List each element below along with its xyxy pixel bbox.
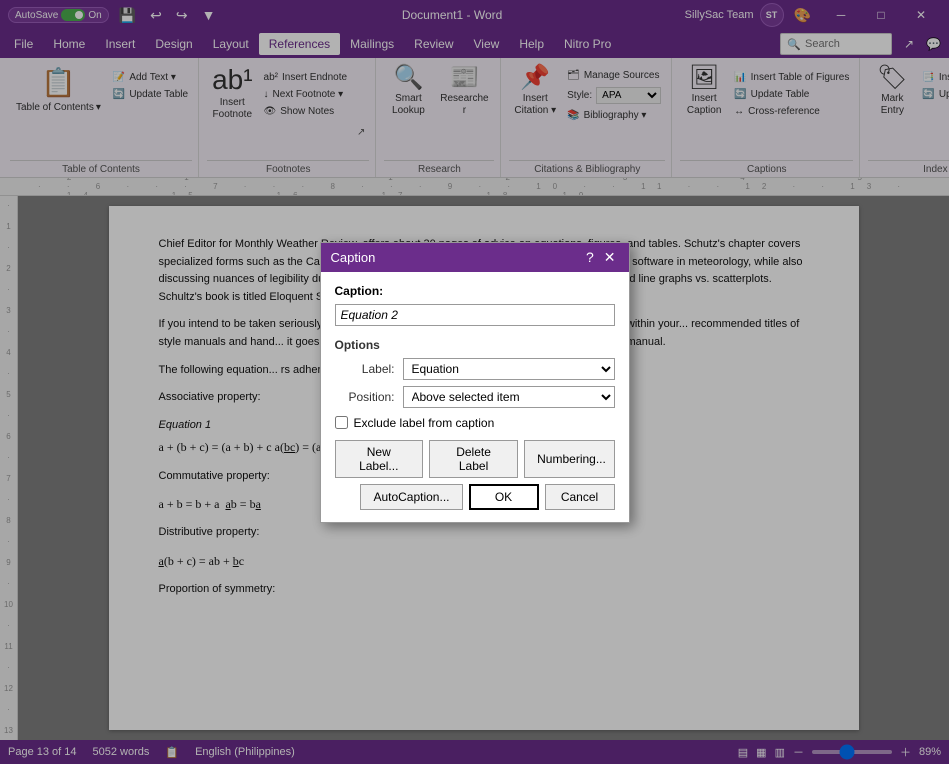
caption-field-label: Caption: bbox=[335, 284, 615, 298]
exclude-label-row: Exclude label from caption bbox=[335, 416, 615, 430]
dialog-button-row-1: New Label... Delete Label Numbering... bbox=[335, 440, 615, 478]
position-row: Position: Above selected item Below sele… bbox=[335, 386, 615, 408]
exclude-label-checkbox[interactable] bbox=[335, 416, 348, 429]
label-field-label: Label: bbox=[335, 362, 395, 376]
delete-label-button[interactable]: Delete Label bbox=[429, 440, 518, 478]
numbering-button[interactable]: Numbering... bbox=[524, 440, 614, 478]
label-dropdown[interactable]: Equation Figure Table bbox=[403, 358, 615, 380]
dialog-help-button[interactable]: ? bbox=[583, 249, 597, 266]
dialog-header: Caption ? ✕ bbox=[321, 243, 629, 272]
dialog-header-icons: ? ✕ bbox=[583, 249, 619, 266]
modal-overlay: Caption ? ✕ Caption: Options Label: Equa… bbox=[0, 0, 949, 764]
options-section: Options Label: Equation Figure Table Pos… bbox=[335, 338, 615, 408]
dialog-close-button[interactable]: ✕ bbox=[601, 249, 619, 266]
caption-dialog: Caption ? ✕ Caption: Options Label: Equa… bbox=[320, 242, 630, 523]
caption-input[interactable] bbox=[335, 304, 615, 326]
position-field-label: Position: bbox=[335, 390, 395, 404]
ok-button[interactable]: OK bbox=[469, 484, 539, 510]
label-row: Label: Equation Figure Table bbox=[335, 358, 615, 380]
dialog-title: Caption bbox=[331, 250, 376, 265]
dialog-body: Caption: Options Label: Equation Figure … bbox=[321, 272, 629, 522]
new-label-button[interactable]: New Label... bbox=[335, 440, 424, 478]
dialog-button-row-2: AutoCaption... OK Cancel bbox=[335, 484, 615, 510]
cancel-button[interactable]: Cancel bbox=[545, 484, 615, 510]
exclude-label-text[interactable]: Exclude label from caption bbox=[354, 416, 495, 430]
position-dropdown[interactable]: Above selected item Below selected item bbox=[403, 386, 615, 408]
options-section-label: Options bbox=[335, 338, 615, 352]
auto-caption-button[interactable]: AutoCaption... bbox=[360, 484, 462, 510]
